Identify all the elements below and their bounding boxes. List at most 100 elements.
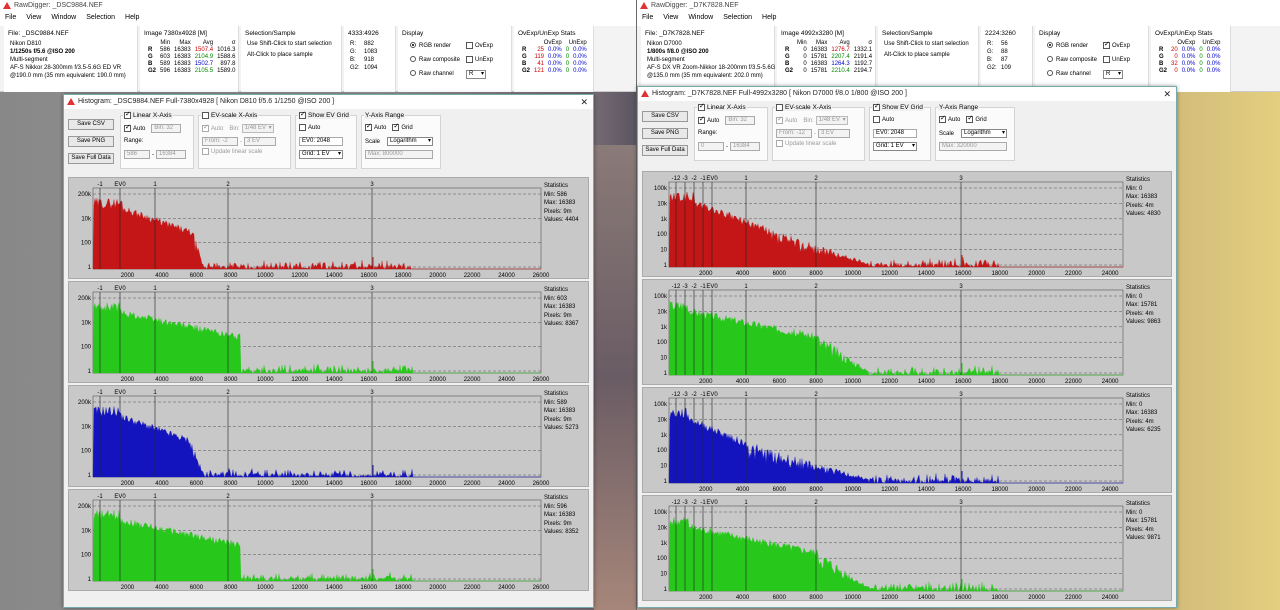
linear-auto-checkbox[interactable]: Auto Bin: 32 bbox=[698, 116, 756, 126]
histogram-panel-green[interactable]: 200k 10k 100 1 -1 EV0 1 2 3 2000 4000 6000 8000 10000… bbox=[68, 489, 589, 591]
checkbox-icon[interactable] bbox=[124, 124, 131, 132]
checkbox-icon[interactable] bbox=[966, 115, 974, 123]
save-full-data-button[interactable]: Save Full Data bbox=[68, 153, 114, 164]
menu-selection[interactable]: Selection bbox=[723, 14, 752, 21]
menu-file[interactable]: File bbox=[642, 14, 653, 21]
menu-file[interactable]: File bbox=[5, 14, 16, 21]
ev-scale-checkbox[interactable]: EV-scale X-Axis bbox=[775, 104, 833, 112]
checkbox-icon[interactable] bbox=[776, 140, 783, 147]
y-auto-checkbox[interactable]: Auto Grid bbox=[365, 123, 413, 133]
save-full-data-button[interactable]: Save Full Data bbox=[642, 145, 688, 156]
checkbox-icon[interactable] bbox=[1103, 56, 1110, 63]
bin-select[interactable]: 1/48 EV bbox=[815, 116, 848, 125]
unexp-checkbox[interactable]: UnExp bbox=[460, 56, 493, 64]
checkbox-icon[interactable] bbox=[202, 112, 209, 119]
unexp-checkbox[interactable]: UnExp bbox=[1097, 56, 1130, 64]
linear-x-axis-checkbox[interactable]: Linear X-Axis bbox=[697, 103, 747, 112]
y-grid-checkbox[interactable]: Grid bbox=[966, 115, 987, 123]
histogram-panel-red[interactable]: 200k 10k 100 1 -1 EV0 1 2 3 2000 4000 6000 8000 10000… bbox=[68, 177, 589, 279]
checkbox-icon[interactable] bbox=[939, 115, 946, 123]
histogram-window-right[interactable]: Histogram: _D7K7828.NEF Full-4992x3280 [… bbox=[637, 86, 1177, 608]
close-icon[interactable]: ✕ bbox=[580, 95, 588, 109]
checkbox-icon[interactable] bbox=[466, 56, 473, 63]
bin-select[interactable]: 1/48 EV bbox=[241, 124, 274, 133]
checkbox-icon[interactable] bbox=[776, 104, 783, 111]
checkbox-icon[interactable] bbox=[365, 123, 372, 131]
save-csv-button[interactable]: Save CSV bbox=[642, 111, 688, 122]
range-to-input[interactable]: 16384 bbox=[156, 150, 186, 159]
ev-to-input[interactable]: 3 EV bbox=[818, 129, 850, 138]
radio-icon[interactable] bbox=[1047, 70, 1053, 77]
save-csv-button[interactable]: Save CSV bbox=[68, 119, 114, 130]
ev-grid-auto-checkbox[interactable]: Auto bbox=[873, 116, 894, 125]
checkbox-icon[interactable] bbox=[299, 111, 306, 119]
ovexp-checkbox[interactable]: OvExp bbox=[460, 42, 493, 50]
rgb-render-radio[interactable]: RGB render bbox=[404, 42, 451, 50]
histogram-window-left[interactable]: Histogram: _DSC9884.NEF Full-7380x4928 [… bbox=[63, 94, 594, 608]
radio-icon[interactable] bbox=[1047, 56, 1053, 63]
raw-composite-radio[interactable]: Raw composite bbox=[404, 56, 460, 64]
checkbox-icon[interactable] bbox=[202, 124, 209, 132]
y-max-input[interactable]: Max: 800000 bbox=[365, 150, 433, 159]
channel-select[interactable]: R bbox=[460, 70, 486, 79]
channel-select[interactable]: R bbox=[1097, 70, 1123, 79]
radio-icon[interactable] bbox=[410, 42, 416, 49]
checkbox-icon[interactable] bbox=[1103, 41, 1110, 49]
scale-select[interactable]: Logarithm bbox=[387, 137, 433, 146]
y-auto-checkbox[interactable]: Auto Grid bbox=[939, 115, 987, 125]
y-grid-checkbox[interactable]: Grid bbox=[392, 123, 413, 131]
range-from-input[interactable]: 0 bbox=[698, 142, 724, 151]
save-png-button[interactable]: Save PNG bbox=[68, 136, 114, 147]
menu-window[interactable]: Window bbox=[688, 14, 713, 21]
scale-select[interactable]: Logarithm bbox=[961, 129, 1007, 138]
grid-select[interactable]: Grid: 1 EV bbox=[299, 150, 343, 159]
raw-channel-radio[interactable]: Raw channel bbox=[404, 70, 454, 78]
grid-select[interactable]: Grid: 1 EV bbox=[873, 142, 917, 151]
menu-help[interactable]: Help bbox=[762, 14, 776, 21]
histogram-panel-red[interactable]: 100k 10k 1k 100 10 1 -12 -3 -2 -1 EV0 1 2 3 2000 4000 60… bbox=[642, 171, 1172, 277]
range-from-input[interactable]: 586 bbox=[124, 150, 150, 159]
checkbox-icon[interactable] bbox=[124, 111, 131, 119]
checkbox-icon[interactable] bbox=[873, 103, 880, 111]
checkbox-icon[interactable] bbox=[698, 103, 705, 111]
ev-auto-checkbox[interactable]: Auto Bin:1/48 EV bbox=[776, 116, 848, 126]
bin-input[interactable]: Bin: 32 bbox=[151, 124, 182, 133]
show-ev-grid-checkbox[interactable]: Show EV Grid bbox=[298, 111, 350, 120]
radio-icon[interactable] bbox=[410, 56, 416, 63]
ev-scale-checkbox[interactable]: EV-scale X-Axis bbox=[201, 112, 259, 120]
checkbox-icon[interactable] bbox=[392, 123, 400, 131]
range-to-input[interactable]: 16384 bbox=[730, 142, 760, 151]
checkbox-icon[interactable] bbox=[873, 116, 880, 123]
raw-channel-radio[interactable]: Raw channel bbox=[1041, 70, 1091, 78]
menu-help[interactable]: Help bbox=[125, 14, 139, 21]
bin-input[interactable]: Bin: 32 bbox=[725, 116, 756, 125]
histogram-panel-blue[interactable]: 100k 10k 1k 100 10 1 -12 -3 -2 -1 EV0 1 2 3 2000 4000 60… bbox=[642, 387, 1172, 493]
checkbox-icon[interactable] bbox=[299, 124, 306, 131]
histogram-panel-green[interactable]: 100k 10k 1k 100 10 1 -12 -3 -2 -1 EV0 1 2 3 2000 4000 60… bbox=[642, 495, 1172, 601]
checkbox-icon[interactable] bbox=[698, 116, 705, 124]
checkbox-icon[interactable] bbox=[776, 116, 783, 124]
menu-selection[interactable]: Selection bbox=[86, 14, 115, 21]
menu-view[interactable]: View bbox=[663, 14, 678, 21]
histogram-panel-green[interactable]: 200k 10k 100 1 -1 EV0 1 2 3 2000 4000 6000 8000 10000… bbox=[68, 281, 589, 383]
update-linear-checkbox[interactable]: Update linear scale bbox=[202, 148, 262, 157]
ev0-input[interactable]: EV0: 2048 bbox=[299, 137, 343, 146]
show-ev-grid-checkbox[interactable]: Show EV Grid bbox=[872, 103, 924, 112]
rgb-render-radio[interactable]: RGB render bbox=[1041, 42, 1088, 50]
menu-window[interactable]: Window bbox=[51, 14, 76, 21]
ev-auto-checkbox[interactable]: Auto Bin:1/48 EV bbox=[202, 124, 274, 134]
histogram-panel-blue[interactable]: 200k 10k 100 1 -1 EV0 1 2 3 2000 4000 6000 8000 10000… bbox=[68, 385, 589, 487]
radio-icon[interactable] bbox=[1047, 42, 1053, 49]
y-max-input[interactable]: Max: 320000 bbox=[939, 142, 1007, 151]
checkbox-icon[interactable] bbox=[466, 42, 473, 49]
ev-from-input[interactable]: From: -12 bbox=[776, 129, 812, 138]
ev-to-input[interactable]: 3 EV bbox=[244, 137, 276, 146]
linear-auto-checkbox[interactable]: Auto Bin: 32 bbox=[124, 124, 182, 134]
close-icon[interactable]: ✕ bbox=[1163, 87, 1171, 101]
histogram-panel-green[interactable]: 100k 10k 1k 100 10 1 -12 -3 -2 -1 EV0 1 2 3 2000 4000 60… bbox=[642, 279, 1172, 385]
menu-view[interactable]: View bbox=[26, 14, 41, 21]
radio-icon[interactable] bbox=[410, 70, 416, 77]
ovexp-checkbox[interactable]: OvExp bbox=[1097, 41, 1130, 50]
ev0-input[interactable]: EV0: 2048 bbox=[873, 129, 917, 138]
raw-composite-radio[interactable]: Raw composite bbox=[1041, 56, 1097, 64]
